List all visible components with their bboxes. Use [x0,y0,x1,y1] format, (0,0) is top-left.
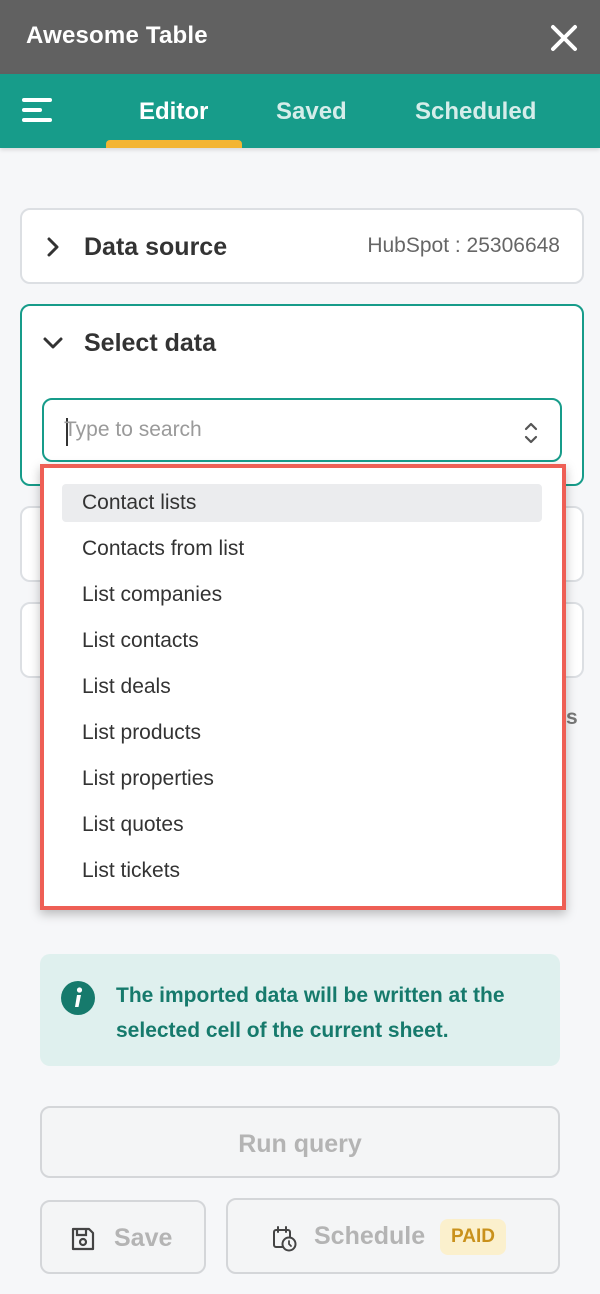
select-data-title: Select data [84,329,217,357]
tab-scheduled[interactable]: Scheduled [415,98,536,126]
calendar-clock-icon [273,1226,297,1252]
option-list-tickets[interactable]: List tickets [62,852,542,890]
option-contacts-from-list[interactable]: Contacts from list [62,530,542,568]
save-button[interactable]: Save [40,1200,206,1274]
info-text: The imported data will be written at the… [116,984,505,1042]
option-list-deals[interactable]: List deals [62,668,542,706]
peek-text: s [566,706,578,729]
save-label: Save [114,1224,173,1252]
menu-icon[interactable] [22,94,56,126]
close-icon[interactable] [548,22,580,54]
chevron-down-icon[interactable] [42,334,64,352]
run-query-button[interactable]: Run query [40,1106,560,1178]
data-source-section[interactable]: Data source HubSpot : 25306648 [20,208,584,284]
option-list-contacts[interactable]: List contacts [62,622,542,660]
schedule-label: Schedule [314,1222,426,1250]
updown-chevron-icon[interactable] [522,420,540,446]
title-bar: Awesome Table [0,0,600,74]
chevron-right-icon [47,237,59,257]
data-source-value: HubSpot : 25306648 [367,234,560,257]
active-tab-indicator [106,140,242,148]
tab-bar: Editor Saved Scheduled [0,74,600,148]
save-icon [71,1227,95,1251]
data-source-title: Data source [84,233,228,261]
option-list-companies[interactable]: List companies [62,576,542,614]
option-contact-lists[interactable]: Contact lists [62,484,542,522]
option-list-properties[interactable]: List properties [62,760,542,798]
select-dropdown-list: Contact lists Contacts from list List co… [40,464,566,910]
schedule-button[interactable]: Schedule PAID [226,1198,560,1274]
option-list-products[interactable]: List products [62,714,542,752]
search-input[interactable] [64,414,494,446]
option-list-quotes[interactable]: List quotes [62,806,542,844]
run-query-label: Run query [238,1130,362,1158]
tab-saved[interactable]: Saved [276,98,347,126]
tab-editor[interactable]: Editor [139,98,208,126]
info-icon [61,981,95,1015]
search-select[interactable] [42,398,562,462]
paid-badge: PAID [440,1219,506,1255]
info-notice: The imported data will be written at the… [40,954,560,1066]
app-title: Awesome Table [26,22,208,49]
